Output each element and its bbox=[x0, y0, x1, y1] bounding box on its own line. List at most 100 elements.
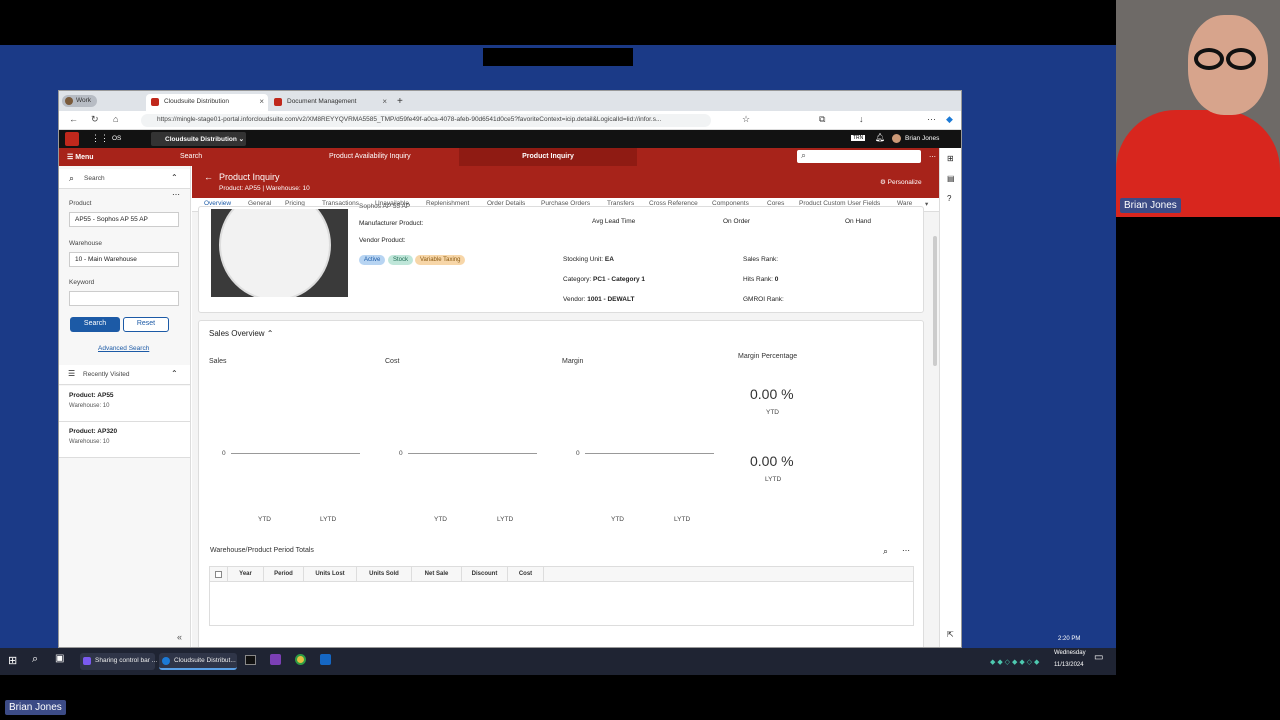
search-panel-title: Search bbox=[84, 175, 105, 182]
back-icon[interactable]: ← bbox=[69, 114, 78, 124]
product-input[interactable]: AP55 - Sophos AP 55 AP bbox=[69, 212, 179, 227]
tab-document-management[interactable]: Document Management × bbox=[269, 94, 391, 111]
warehouse-input[interactable]: 10 - Main Warehouse bbox=[69, 252, 179, 267]
tab-cloudsuite[interactable]: Cloudsuite Distribution × bbox=[146, 94, 268, 111]
sales-baseline bbox=[231, 453, 360, 454]
select-all-checkbox[interactable] bbox=[210, 567, 228, 582]
copilot-icon[interactable]: ◆ bbox=[946, 114, 953, 125]
column-header-cost[interactable]: Cost bbox=[508, 567, 544, 582]
address-bar[interactable]: https://mingle-stage01-portal.inforcloud… bbox=[141, 114, 711, 127]
manufacturer-product-label: Manufacturer Product: bbox=[359, 220, 424, 227]
search-icon[interactable]: ⌕ bbox=[32, 653, 38, 666]
sales-overview-title[interactable]: Sales Overview ⌃ bbox=[209, 329, 274, 338]
notes-icon[interactable]: ▤ bbox=[947, 174, 955, 183]
column-header-units-sold[interactable]: Units Sold bbox=[357, 567, 412, 582]
back-arrow-icon[interactable]: ← bbox=[204, 172, 213, 182]
cost-lytd-label: LYTD bbox=[497, 516, 514, 523]
collapse-sidebar-icon[interactable]: « bbox=[177, 632, 182, 642]
avatar[interactable] bbox=[892, 134, 901, 143]
profile-workspace-button[interactable]: Work bbox=[62, 95, 98, 107]
search-button[interactable]: Search bbox=[70, 317, 120, 332]
user-name[interactable]: Brian Jones bbox=[905, 135, 939, 142]
close-icon[interactable]: × bbox=[382, 97, 387, 106]
task-view-icon[interactable]: ▣ bbox=[55, 653, 64, 664]
onenote-icon[interactable] bbox=[270, 654, 281, 665]
help-icon[interactable]: ? bbox=[947, 194, 951, 203]
menu-button[interactable]: ☰ Menu bbox=[67, 153, 94, 161]
margin-pct-ytd-value: 0.00 % bbox=[750, 386, 794, 402]
cost-ytd-label: YTD bbox=[434, 516, 447, 523]
margin-ytd-label: YTD bbox=[611, 516, 624, 523]
app-switcher[interactable]: Cloudsuite Distribution ⌄ bbox=[151, 132, 246, 146]
column-header-year[interactable]: Year bbox=[228, 567, 264, 582]
popout-icon[interactable]: ⇱ bbox=[947, 630, 954, 639]
cost-axis-zero: 0 bbox=[399, 450, 403, 457]
nav-product-availability[interactable]: Product Availability Inquiry bbox=[329, 153, 411, 160]
scrollbar[interactable] bbox=[933, 236, 937, 366]
column-header-net-sale[interactable]: Net Sale bbox=[412, 567, 462, 582]
collections-icon[interactable]: ⧉ bbox=[819, 114, 825, 125]
os-label[interactable]: OS bbox=[112, 135, 121, 142]
personalize-button[interactable]: ⚙ Personalize bbox=[880, 178, 922, 186]
participant-video: Brian Jones bbox=[1116, 0, 1280, 217]
star-icon[interactable]: ☆ bbox=[742, 114, 750, 125]
recent-item[interactable]: Product: AP320 Warehouse: 10 bbox=[59, 422, 190, 458]
home-icon[interactable]: ⌂ bbox=[113, 114, 118, 124]
tray-icons[interactable]: ◆ ◆ ◇ ◆ ◆ ◇ ◆ bbox=[990, 658, 1039, 666]
global-search-input[interactable]: ⌕ bbox=[797, 150, 921, 163]
column-header-period[interactable]: Period bbox=[264, 567, 304, 582]
vendor-product-label: Vendor Product: bbox=[359, 237, 406, 244]
column-header-units-lost[interactable]: Units Lost bbox=[304, 567, 357, 582]
app-grid-icon[interactable]: ⋮⋮ bbox=[91, 133, 109, 144]
search-panel-header[interactable]: ⌕ Search ⌃ bbox=[59, 169, 190, 189]
new-tab-button[interactable]: + bbox=[393, 92, 411, 109]
windows-start-icon[interactable]: ⊞ bbox=[8, 654, 17, 667]
share-overlay-bar bbox=[483, 48, 633, 66]
nav-product-inquiry[interactable]: Product Inquiry bbox=[459, 148, 637, 166]
advanced-search-link[interactable]: Advanced Search bbox=[98, 345, 149, 352]
browser-toolbar: ← ↻ ⌂ https://mingle-stage01-portal.info… bbox=[59, 111, 961, 130]
chevron-up-icon[interactable]: ⌃ bbox=[171, 173, 178, 182]
cost-baseline bbox=[408, 453, 537, 454]
keyword-label: Keyword bbox=[69, 279, 95, 286]
more-icon[interactable]: ⋯ bbox=[927, 114, 936, 125]
keyword-input[interactable] bbox=[69, 291, 179, 306]
nav-search[interactable]: Search bbox=[180, 153, 202, 160]
sales-axis-zero: 0 bbox=[222, 450, 226, 457]
recent-product: Product: AP55 bbox=[69, 392, 114, 399]
bell-icon[interactable]: 🔔︎ bbox=[875, 133, 885, 142]
avg-lead-time-label: Avg Lead Time bbox=[592, 218, 636, 225]
notification-icon[interactable]: ▭ bbox=[1094, 652, 1103, 663]
recent-item[interactable]: Product: AP55 Warehouse: 10 bbox=[59, 386, 190, 422]
grid-header-row: Year Period Units Lost Units Sold Net Sa… bbox=[210, 567, 913, 582]
chevron-up-icon[interactable]: ⌃ bbox=[171, 369, 178, 378]
refresh-icon[interactable]: ↻ bbox=[91, 114, 99, 125]
column-header-discount[interactable]: Discount bbox=[462, 567, 508, 582]
reset-button[interactable]: Reset bbox=[123, 317, 169, 332]
search-icon: ⌕ bbox=[801, 150, 807, 160]
document-favicon-icon bbox=[274, 98, 282, 106]
taskbar-cloudsuite[interactable]: Cloudsuite Distribut... bbox=[159, 653, 237, 670]
clock-day[interactable]: Wednesday bbox=[1054, 650, 1086, 656]
more-icon[interactable]: ⋯ bbox=[929, 153, 936, 161]
search-icon[interactable]: ⌕ bbox=[883, 546, 888, 557]
recently-visited-header[interactable]: ☰ Recently Visited ⌃ bbox=[59, 365, 190, 385]
close-icon[interactable]: × bbox=[259, 97, 264, 106]
outlook-icon[interactable] bbox=[320, 654, 331, 665]
sales-chart-title: Sales bbox=[209, 358, 227, 365]
grid-icon[interactable]: ⊞ bbox=[947, 154, 954, 163]
chrome-icon[interactable] bbox=[295, 654, 306, 665]
more-icon[interactable]: ⋯ bbox=[172, 190, 180, 199]
clock-time[interactable]: 2:20 PM bbox=[1058, 636, 1080, 642]
tabs-overflow-icon[interactable]: ▾ bbox=[925, 200, 928, 208]
product-image bbox=[211, 209, 348, 297]
on-order-label: On Order bbox=[723, 218, 751, 225]
terminal-icon[interactable] bbox=[245, 655, 256, 665]
gear-icon: ⚙ bbox=[880, 179, 886, 186]
clock-date[interactable]: 11/13/2024 bbox=[1054, 662, 1084, 668]
download-icon[interactable]: ↓ bbox=[859, 114, 864, 124]
taskbar-sharing-bar[interactable]: Sharing control bar ... bbox=[80, 653, 157, 670]
sales-lytd-label: LYTD bbox=[320, 516, 337, 523]
more-icon[interactable]: ⋯ bbox=[902, 546, 910, 555]
page-header: ← Product Inquiry Product: AP55 | Wareho… bbox=[192, 166, 939, 198]
